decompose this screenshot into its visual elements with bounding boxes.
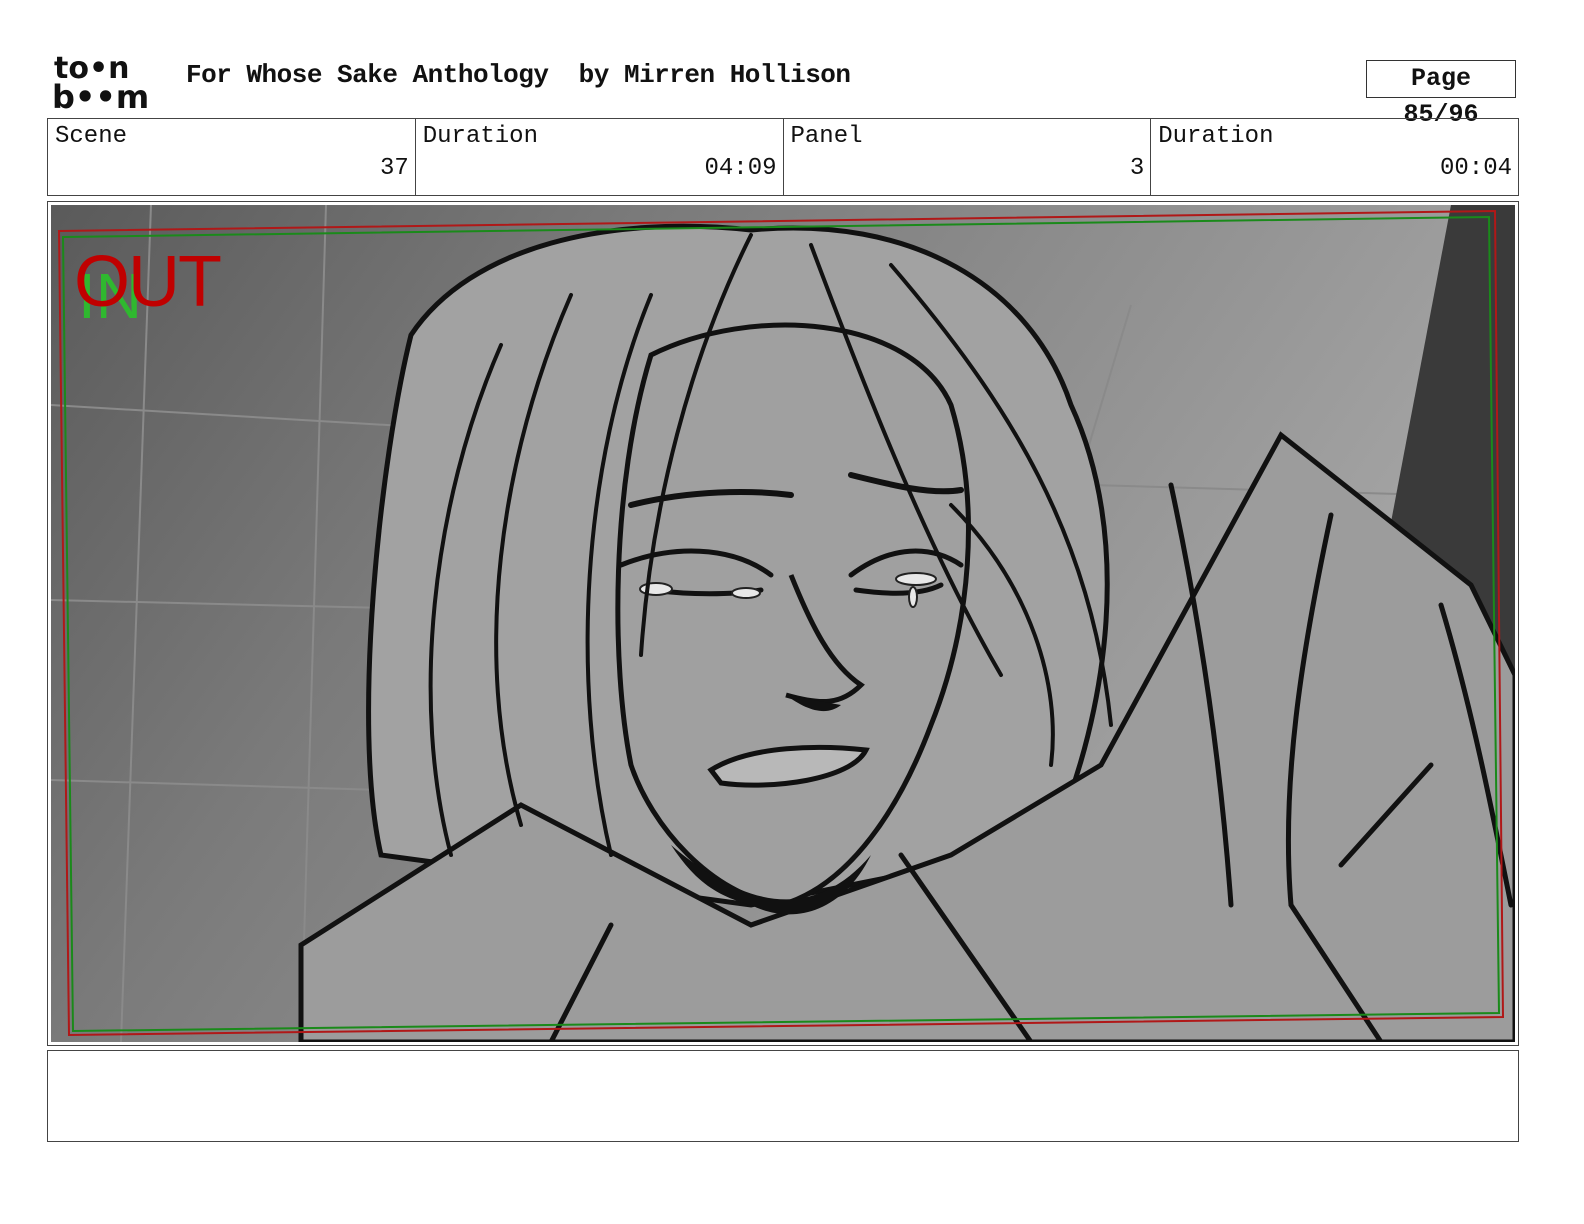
scene-duration-cell: Duration 04:09 bbox=[416, 119, 784, 195]
storyboard-title: For Whose Sake Anthology by Mirren Holli… bbox=[186, 60, 851, 90]
scene-info-table: Scene 37 Duration 04:09 Panel 3 Duration… bbox=[47, 118, 1519, 196]
logo-bottom-text: b••m bbox=[52, 78, 149, 112]
scene-duration-label: Duration bbox=[422, 123, 538, 150]
panel-sketch bbox=[51, 205, 1515, 1042]
panel-value: 3 bbox=[1129, 155, 1145, 182]
scene-cell: Scene 37 bbox=[48, 119, 416, 195]
page-indicator: Page 85/96 bbox=[1366, 60, 1516, 129]
storyboard-panel-image bbox=[51, 205, 1515, 1042]
panel-duration-cell: Duration 00:04 bbox=[1151, 119, 1518, 195]
toonboom-logo-mark: to•n b••m bbox=[52, 51, 149, 116]
scene-duration-value: 04:09 bbox=[704, 155, 777, 182]
panel-duration-label: Duration bbox=[1158, 123, 1274, 150]
toonboom-logo: to•n b••m bbox=[52, 51, 164, 116]
panel-duration-value: 00:04 bbox=[1439, 155, 1512, 182]
scene-value: 37 bbox=[379, 155, 409, 182]
panel-notes-box bbox=[47, 1050, 1519, 1142]
scene-label: Scene bbox=[55, 123, 128, 150]
panel-label: Panel bbox=[790, 123, 863, 150]
out-frame-label: OUT bbox=[74, 242, 222, 322]
panel-cell: Panel 3 bbox=[784, 119, 1152, 195]
